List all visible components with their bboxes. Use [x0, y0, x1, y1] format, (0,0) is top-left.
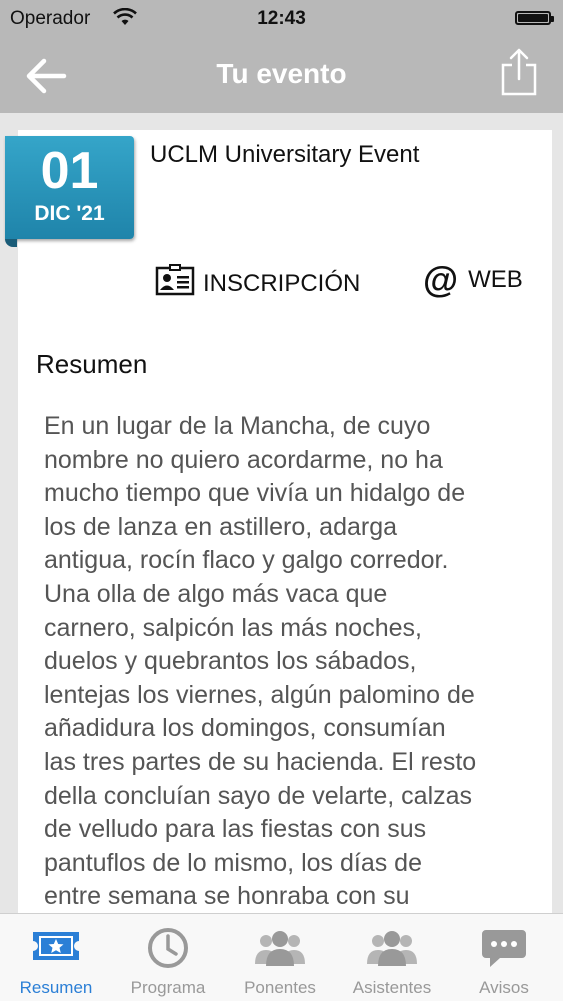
people-icon	[224, 926, 336, 970]
clock-icon	[112, 926, 224, 970]
share-icon[interactable]	[499, 47, 539, 97]
summary-line: carnero, salpicón las más noches,	[44, 613, 422, 642]
at-sign-icon: @	[423, 259, 459, 300]
ticket-icon	[0, 926, 112, 970]
registration-button[interactable]: INSCRIPCIÓN	[155, 264, 360, 303]
summary-line: Una olla de algo más vaca que	[44, 579, 388, 608]
summary-line: mucho tiempo que vivía un hidalgo de	[44, 479, 466, 508]
summary-text: En un lugar de la Mancha, de cuyo nombre…	[44, 410, 544, 916]
tab-programa[interactable]: Programa	[112, 914, 224, 1001]
status-bar: Operador 12:43	[0, 0, 563, 38]
navigation-bar: Tu evento	[0, 38, 563, 113]
summary-line: pantuflos de lo mismo, los días de	[44, 848, 422, 877]
summary-line: añadidura los domingos, consumían	[44, 714, 446, 743]
date-badge: 01 DIC '21	[5, 136, 134, 239]
web-button[interactable]: @ WEB	[423, 259, 523, 300]
summary-line: los de lanza en astillero, adarga	[44, 512, 398, 541]
tab-label: Programa	[130, 978, 206, 997]
tab-resumen[interactable]: Resumen	[0, 914, 112, 1001]
people-icon	[336, 926, 448, 970]
tab-label: Asistentes	[352, 978, 432, 997]
summary-line: entre semana se honraba con su	[44, 882, 410, 911]
tab-label: Resumen	[19, 978, 93, 997]
web-label: WEB	[468, 266, 523, 293]
registration-label: INSCRIPCIÓN	[203, 269, 361, 297]
summary-line: las tres partes de su hacienda. El resto	[44, 747, 477, 776]
summary-line: della concluían sayo de velarte, calzas	[44, 781, 473, 810]
tab-ponentes[interactable]: Ponentes	[224, 914, 336, 1001]
summary-line: nombre no quiero acordarme, no ha	[44, 445, 443, 474]
page-title: Tu evento	[216, 58, 347, 89]
summary-line: duelos y quebrantos los sábados,	[44, 647, 417, 676]
summary-line: antigua, rocín flaco y galgo corredor.	[44, 546, 449, 575]
battery-icon	[515, 11, 554, 25]
event-title: UCLM Universitary Event	[150, 141, 420, 168]
tab-avisos[interactable]: Avisos	[448, 914, 560, 1001]
summary-line: En un lugar de la Mancha, de cuyo	[44, 412, 431, 440]
summary-heading: Resumen	[36, 349, 148, 379]
event-day: 01	[40, 142, 99, 200]
tab-label: Avisos	[479, 978, 529, 997]
clock-time: 12:43	[257, 8, 306, 29]
chat-bubble-icon	[448, 926, 560, 970]
event-month-year: DIC '21	[34, 202, 105, 225]
id-card-icon	[155, 264, 195, 303]
summary-line: de velludo para las fiestas con sus	[44, 815, 427, 844]
tab-bar: Resumen Programa Ponentes Asistentes Avi…	[0, 913, 563, 1001]
tab-asistentes[interactable]: Asistentes	[336, 914, 448, 1001]
tab-label: Ponentes	[244, 978, 316, 997]
date-badge-fold	[5, 239, 17, 247]
summary-line: lentejas los viernes, algún palomino de	[44, 680, 475, 709]
